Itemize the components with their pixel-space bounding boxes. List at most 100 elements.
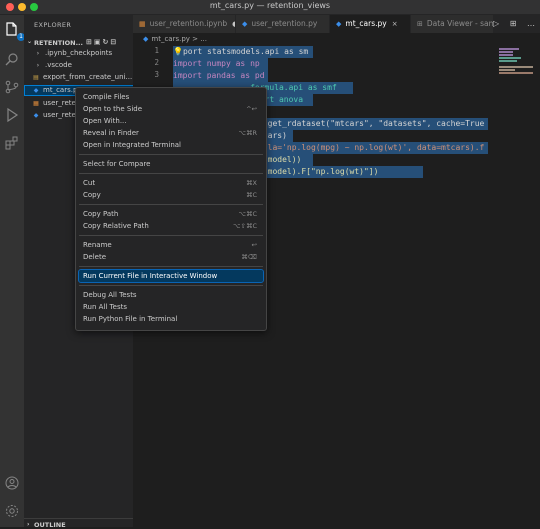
code-text: port statsmodels.api as sm [182, 47, 309, 56]
menu-item-compile-files[interactable]: Compile Files [79, 91, 263, 103]
menu-item-label: Compile Files [83, 93, 130, 101]
collapse-all-icon[interactable]: ⊟ [110, 38, 118, 46]
menu-item-debug-all-tests[interactable]: Debug All Tests [79, 289, 263, 301]
menu-item-shortcut: ^↩ [246, 105, 257, 113]
minimap-line [499, 69, 515, 71]
minimap-line [499, 48, 519, 50]
code-line: mula='np.log(mpg) ~ np.log(wt)', data=mt… [258, 143, 485, 152]
editor-actions[interactable]: ▷ ⊞ … [493, 15, 539, 33]
lightbulb-icon[interactable]: 💡 [173, 47, 183, 56]
tree-folder-ipynb-checkpoints[interactable]: › .ipynb_checkpoints [24, 48, 143, 59]
menu-item-label: Select for Compare [83, 160, 151, 168]
menu-item-label: Open to the Side [83, 105, 143, 113]
menu-item-run-in-interactive-window[interactable]: Run Current File in Interactive Window [78, 269, 264, 283]
menu-item-label: Reveal in Finder [83, 129, 139, 137]
explorer-actions[interactable]: ⊞▣↻⊟ [86, 38, 118, 46]
python-file-icon: ◆ [33, 87, 39, 94]
tab-user-retention-py[interactable]: ◆ user_retention.py [236, 15, 330, 33]
menu-item-run-all-tests[interactable]: Run All Tests [79, 301, 263, 313]
code-line: import numpy as np [173, 59, 260, 68]
menu-item-cut[interactable]: Cut ⌘X [79, 177, 263, 189]
tab-user-retention-ipynb[interactable]: ▦user_retention.ipynb● [133, 15, 236, 33]
gear-icon[interactable] [4, 503, 20, 519]
menu-item-open-to-side[interactable]: Open to the Side ^↩ [79, 103, 263, 115]
minimap-line [499, 72, 533, 74]
close-tab-icon[interactable]: × [392, 15, 398, 33]
code-line: s.get_rdataset("mtcars", "datasets", cac… [258, 119, 485, 128]
workspace-section-header[interactable]: ⌄ RETENTION... ⊞▣↻⊟ [24, 37, 133, 48]
menu-item-open-with[interactable]: Open With... [79, 115, 263, 127]
python-file-icon: ◆ [242, 20, 248, 28]
code-line: s(model).F["np.log(wt)"]) [258, 167, 379, 176]
menu-separator [79, 173, 263, 174]
extensions-icon[interactable] [4, 135, 20, 151]
tab-label: user_retention.py [251, 19, 318, 28]
breadcrumb-rest[interactable]: > ... [192, 35, 207, 43]
menu-separator [79, 235, 263, 236]
line-number: 2 [154, 58, 159, 67]
menu-item-copy-relative-path[interactable]: Copy Relative Path ⌥⇧⌘C [79, 220, 263, 232]
tab-label: user_retention.ipynb [149, 19, 228, 28]
activity-bar: 1 [0, 15, 25, 527]
menu-separator [79, 204, 263, 205]
tab-label: Data Viewer - samp [426, 19, 494, 28]
menu-item-open-in-terminal[interactable]: Open in Integrated Terminal [79, 139, 263, 151]
menu-item-shortcut: ⌘X [246, 179, 257, 187]
tree-item-label: export_from_create_uni... [43, 73, 133, 81]
run-debug-icon[interactable] [4, 107, 20, 123]
python-file-icon: ◆ [143, 35, 149, 43]
menu-item-rename[interactable]: Rename ↩ [79, 239, 263, 251]
menu-item-label: Rename [83, 241, 112, 249]
source-control-icon[interactable] [4, 79, 20, 95]
tree-file-export[interactable]: ▤ export_from_create_uni... [24, 72, 141, 83]
menu-item-label: Open With... [83, 117, 127, 125]
search-icon[interactable] [4, 51, 20, 67]
chevron-down-icon: ⌄ [27, 38, 33, 45]
tab-mt-cars-py[interactable]: ◆ mt_cars.py × [330, 15, 411, 33]
menu-item-select-for-compare[interactable]: Select for Compare [79, 158, 263, 170]
code-line: import pandas as pd [173, 71, 265, 80]
notebook-icon: ▦ [139, 20, 146, 28]
menu-item-label: Open in Integrated Terminal [83, 141, 181, 149]
workspace-name: RETENTION... [34, 39, 83, 47]
minimap-line [499, 51, 513, 53]
outline-section-header[interactable]: › OUTLINE [24, 518, 133, 529]
menu-item-label: Debug All Tests [83, 291, 137, 299]
chevron-right-icon: › [36, 50, 40, 57]
outline-label: OUTLINE [34, 521, 66, 529]
menu-item-label: Cut [83, 179, 96, 187]
minimap-line [499, 60, 517, 62]
menu-item-copy[interactable]: Copy ⌘C [79, 189, 263, 201]
menu-separator [79, 285, 263, 286]
menu-item-run-python-in-terminal[interactable]: Run Python File in Terminal [79, 313, 263, 325]
tree-item-label: .ipynb_checkpoints [45, 49, 113, 57]
context-menu: Compile Files Open to the Side ^↩ Open Wi… [75, 87, 267, 331]
tab-data-viewer[interactable]: ⊞ Data Viewer - samp [411, 15, 494, 33]
explorer-icon[interactable]: 1 [4, 21, 25, 41]
breadcrumb: ◆ mt_cars.py > ... [133, 33, 540, 46]
editor-tab-bar: ▦user_retention.ipynb● ◆user_retention.p… [133, 15, 540, 33]
python-file-icon: ◆ [33, 112, 39, 119]
menu-item-shortcut: ⌥⌘C [238, 210, 257, 218]
new-folder-icon[interactable]: ▣ [94, 38, 103, 46]
minimap-line [499, 66, 533, 68]
menu-item-copy-path[interactable]: Copy Path ⌥⌘C [79, 208, 263, 220]
tree-folder-vscode[interactable]: › .vscode [24, 60, 143, 71]
menu-item-label: Run All Tests [83, 303, 127, 311]
tree-item-label: .vscode [45, 61, 72, 69]
new-file-icon[interactable]: ⊞ [86, 38, 94, 46]
account-icon[interactable] [4, 475, 20, 491]
minimap[interactable] [495, 46, 540, 527]
breadcrumb-file[interactable]: mt_cars.py [151, 35, 190, 43]
menu-item-shortcut: ⌘⌫ [241, 253, 257, 261]
menu-item-reveal-in-finder[interactable]: Reveal in Finder ⌥⌘R [79, 127, 263, 139]
grid-icon: ⊞ [417, 20, 423, 28]
menu-item-label: Copy Relative Path [83, 222, 149, 230]
code-line: 💡port statsmodels.api as sm [173, 46, 308, 58]
title-bar: mt_cars.py — retention_views [0, 0, 540, 15]
line-number: 3 [154, 70, 159, 79]
menu-item-shortcut: ⌘C [245, 191, 257, 199]
menu-item-delete[interactable]: Delete ⌘⌫ [79, 251, 263, 263]
menu-item-label: Copy [83, 191, 101, 199]
file-icon: ▤ [33, 74, 39, 81]
